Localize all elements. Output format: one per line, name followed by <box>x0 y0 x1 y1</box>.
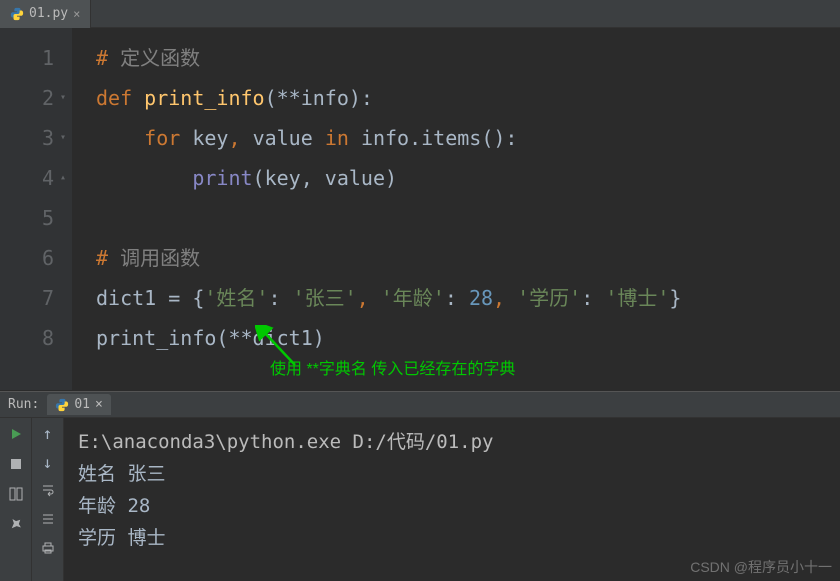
code-token: : <box>581 286 605 310</box>
code-editor[interactable]: # 定义函数def print_info(**info): for key, v… <box>72 28 840 390</box>
code-string: '博士' <box>605 286 669 310</box>
watermark: CSDN @程序员小十一 <box>690 557 832 577</box>
output-command: E:\anaconda3\python.exe D:/代码/01.py <box>78 426 826 458</box>
annotation-text: 使用 **字典名 传入已经存在的字典 <box>270 355 515 379</box>
output-line: 年龄 28 <box>78 490 826 522</box>
code-comment: 调用函数 <box>120 246 200 270</box>
python-file-icon <box>10 7 24 21</box>
editor-tab-bar: 01.py × <box>0 0 840 28</box>
code-token: value <box>253 126 325 150</box>
close-icon[interactable]: × <box>73 7 80 21</box>
code-token: dict1 <box>96 286 168 310</box>
line-number: 7 <box>0 278 54 318</box>
code-string: '姓名' <box>204 286 268 310</box>
file-tab[interactable]: 01.py × <box>0 0 91 28</box>
run-panel: Run: 01 × ↑ ↓ E:\anaconda3\python.exe D:… <box>0 391 840 581</box>
fold-icon[interactable]: ▾ <box>56 118 70 158</box>
python-icon <box>55 398 69 412</box>
code-token: # <box>96 46 120 70</box>
editor-area: 1 2 3 4 5 6 7 8 ▾ ▾ ▴ # 定义函数 def print_in… <box>0 28 840 390</box>
code-keyword: for <box>144 126 192 150</box>
code-keyword: def <box>96 86 144 110</box>
line-number: 6 <box>0 238 54 278</box>
code-string: '学历' <box>517 286 581 310</box>
line-number: 1 <box>0 38 54 78</box>
line-number: 5 <box>0 198 54 238</box>
scroll-icon[interactable] <box>41 511 55 530</box>
close-icon[interactable]: × <box>95 397 103 412</box>
code-string: '年龄' <box>381 286 445 310</box>
run-panel-header: Run: 01 × <box>0 392 840 418</box>
code-keyword: in <box>325 126 361 150</box>
run-tab[interactable]: 01 × <box>47 394 110 415</box>
up-arrow-icon[interactable]: ↑ <box>43 424 53 443</box>
line-number: 4 <box>0 158 54 198</box>
tab-filename: 01.py <box>29 6 68 21</box>
line-number: 3 <box>0 118 54 158</box>
stop-button[interactable] <box>6 454 26 474</box>
fold-end-icon[interactable]: ▴ <box>56 158 70 198</box>
run-label: Run: <box>8 397 39 412</box>
code-string: '张三' <box>293 286 357 310</box>
pin-button[interactable] <box>6 514 26 534</box>
wrap-icon[interactable] <box>41 482 55 501</box>
run-toolbar-nav: ↑ ↓ <box>32 418 64 581</box>
code-token: info.items(): <box>361 126 518 150</box>
code-token: key <box>192 126 228 150</box>
rerun-button[interactable] <box>6 424 26 444</box>
code-token: = <box>168 286 192 310</box>
code-function: print_info <box>144 86 264 110</box>
print-icon[interactable] <box>41 540 55 559</box>
fold-icon[interactable]: ▾ <box>56 78 70 118</box>
down-arrow-icon[interactable]: ↓ <box>43 453 53 472</box>
code-token: , <box>357 286 381 310</box>
code-token: (**dict1) <box>216 326 324 350</box>
code-token: (key, value) <box>253 166 398 190</box>
code-token: print_info <box>96 326 216 350</box>
code-token: { <box>192 286 204 310</box>
run-tab-name: 01 <box>74 397 90 412</box>
code-token: } <box>669 286 681 310</box>
layout-button[interactable] <box>6 484 26 504</box>
line-number-gutter: 1 2 3 4 5 6 7 8 ▾ ▾ ▴ <box>0 28 72 390</box>
code-token: (**info): <box>265 86 373 110</box>
line-number: 2 <box>0 78 54 118</box>
line-number: 8 <box>0 318 54 358</box>
code-token: : <box>268 286 292 310</box>
code-builtin: print <box>192 166 252 190</box>
code-token: , <box>228 126 252 150</box>
code-token: : <box>445 286 469 310</box>
code-token: , <box>493 286 517 310</box>
output-line: 姓名 张三 <box>78 458 826 490</box>
code-comment: 定义函数 <box>120 46 200 70</box>
run-toolbar-left <box>0 418 32 581</box>
output-line: 学历 博士 <box>78 522 826 554</box>
code-number: 28 <box>469 286 493 310</box>
code-token: # <box>96 246 120 270</box>
